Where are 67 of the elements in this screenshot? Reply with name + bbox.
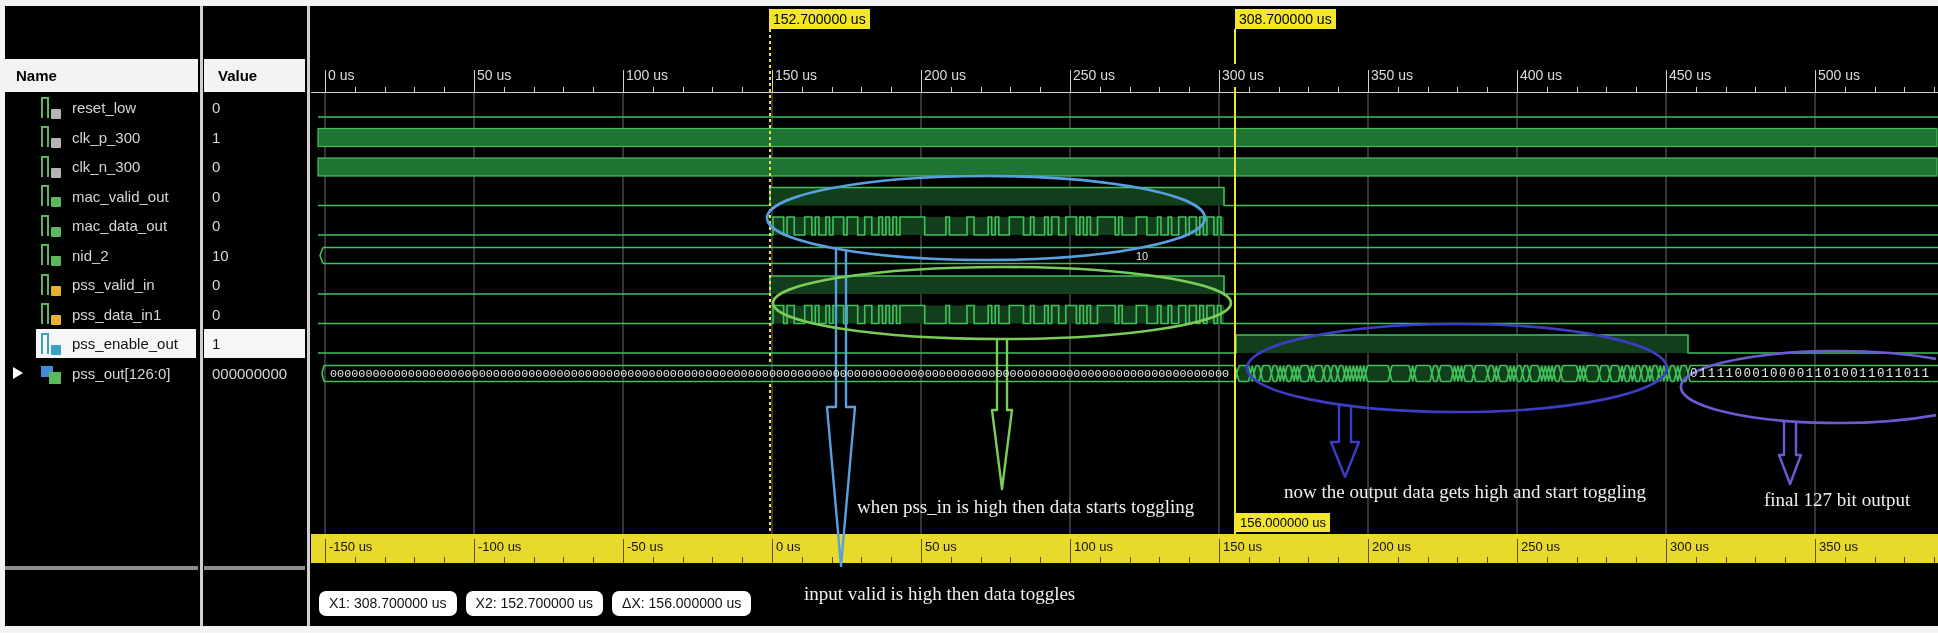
- annotation-text: when pss_in is high then data starts toggling: [857, 496, 1195, 518]
- ruler-label: 350 us: [1819, 539, 1859, 555]
- cursor-delta-label: 156.000000 us: [1236, 513, 1331, 532]
- annotation-text: final 127 bit output: [1764, 489, 1911, 511]
- signal-icon: [40, 213, 62, 238]
- ruler-label: -100 us: [478, 539, 522, 555]
- ruler-label: 200 us: [1372, 539, 1412, 555]
- ruler-label: 50 us: [477, 66, 512, 84]
- signal-value: 1: [211, 127, 222, 148]
- ruler-label: -150 us: [329, 539, 373, 555]
- signal-value: 1: [204, 329, 305, 359]
- cursor-readout: X1: 308.700000 us: [319, 591, 457, 616]
- signal-item[interactable]: reset_low: [36, 93, 196, 123]
- ruler-label: 150 us: [1223, 539, 1263, 555]
- signal-value: 000000000: [211, 363, 289, 384]
- signal-icon: [40, 184, 62, 209]
- expand-arrow-icon[interactable]: [12, 367, 24, 380]
- ruler-label: 250 us: [1073, 66, 1116, 84]
- signal-item[interactable]: mac_valid_out: [36, 181, 196, 211]
- ruler-label: 400 us: [1520, 66, 1563, 84]
- signal-value: 10: [211, 245, 230, 266]
- ruler-label: 250 us: [1521, 539, 1561, 555]
- column-header: Name: [5, 59, 198, 92]
- ruler-label: -50 us: [627, 539, 664, 555]
- signal-value: 0: [211, 304, 222, 325]
- signal-icon: [40, 125, 62, 150]
- ruler-label: 100 us: [1074, 539, 1114, 555]
- signal-item[interactable]: pss_data_in1: [36, 299, 196, 329]
- signal-value: 0: [211, 98, 222, 119]
- signal-item[interactable]: clk_n_300: [36, 152, 196, 182]
- signal-item[interactable]: pss_out[126:0]: [36, 358, 196, 388]
- ruler-label: 300 us: [1670, 539, 1710, 555]
- signal-item[interactable]: nid_2: [36, 240, 196, 270]
- signal-item[interactable]: mac_data_out: [36, 211, 196, 241]
- signal-value: 0: [211, 157, 222, 178]
- signal-item[interactable]: clk_p_300: [36, 122, 196, 152]
- signal-icon: [40, 272, 62, 297]
- cursor-label: 308.700000 us: [1235, 9, 1336, 29]
- cursor-label: 152.700000 us: [769, 9, 870, 29]
- ruler-label: 100 us: [626, 66, 669, 84]
- annotation-text: now the output data gets high and start toggling: [1284, 481, 1646, 503]
- signal-item[interactable]: pss_enable_out: [36, 329, 196, 359]
- ruler-label: 500 us: [1818, 66, 1861, 84]
- cursor-readout: ΔX: 156.000000 us: [612, 591, 752, 616]
- cursor-readout: X2: 152.700000 us: [465, 591, 604, 616]
- signal-icon: [40, 154, 62, 179]
- bus-value: 10: [1136, 248, 1149, 263]
- signal-value: 0: [211, 216, 222, 237]
- ruler-label: 0 us: [776, 539, 801, 555]
- bus-value: 011110001000011010011011011: [1690, 366, 1931, 381]
- signal-value: 0: [211, 275, 222, 296]
- ruler-label: 0 us: [328, 66, 355, 84]
- signal-item[interactable]: pss_valid_in: [36, 270, 196, 300]
- ruler-label: 450 us: [1669, 66, 1712, 84]
- cursor-line[interactable]: [1234, 28, 1236, 535]
- ruler-label: 300 us: [1222, 66, 1265, 84]
- annotation-text: input valid is high then data toggles: [804, 583, 1076, 605]
- signal-icon: [40, 95, 62, 120]
- signal-value: 0: [211, 186, 222, 207]
- signal-icon: [40, 331, 62, 356]
- ruler-label: 350 us: [1371, 66, 1414, 84]
- ruler-label: 50 us: [925, 539, 957, 555]
- ruler-label: 150 us: [775, 66, 818, 84]
- signal-icon: [40, 243, 62, 268]
- ruler-label: 200 us: [924, 66, 967, 84]
- signal-icon: [40, 302, 62, 327]
- column-header: Value: [204, 59, 305, 92]
